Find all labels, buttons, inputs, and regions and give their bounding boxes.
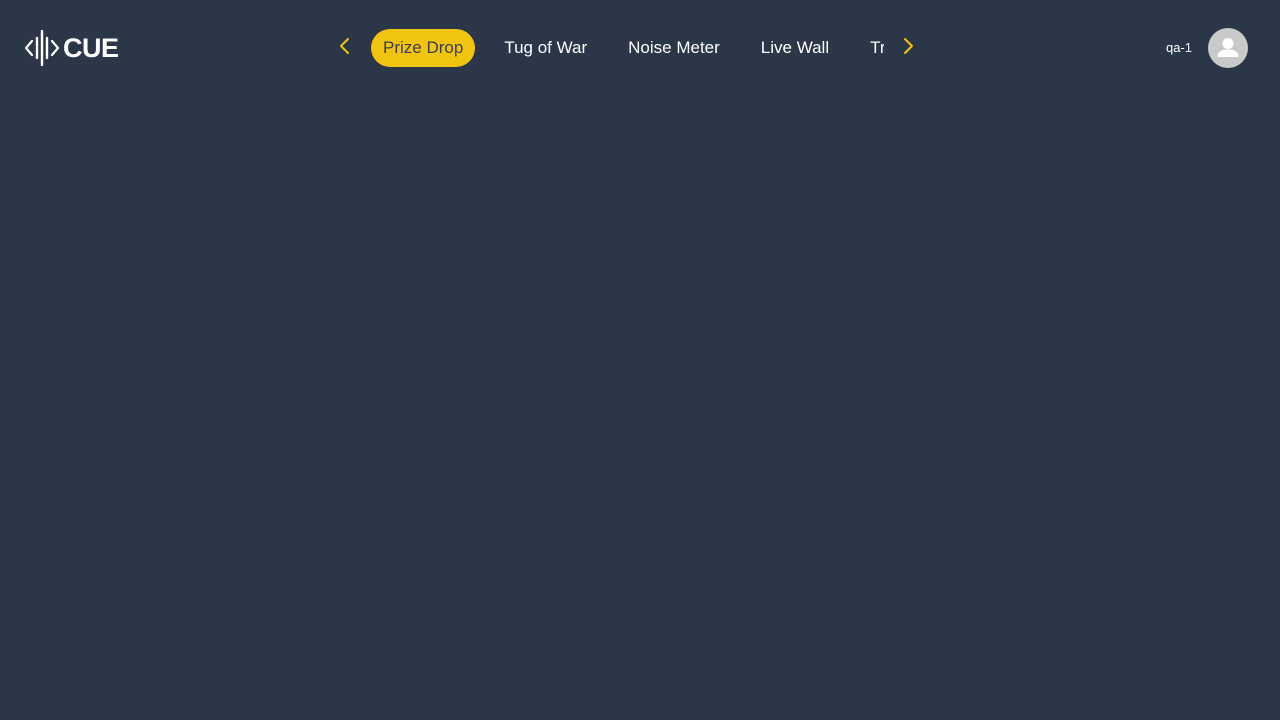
tabs-next-button[interactable] (896, 36, 920, 60)
tab-live-wall[interactable]: Live Wall (749, 29, 841, 67)
top-bar: CUE Prize Drop Tug of War Noise Meter Live … (0, 0, 1280, 96)
tab-prize-drop[interactable]: Prize Drop (371, 29, 476, 67)
chevron-left-icon (338, 37, 352, 60)
tab-tug-of-war[interactable]: Tug of War (492, 29, 599, 67)
brand-name: CUE (63, 33, 119, 63)
chevron-right-icon (901, 37, 915, 60)
tab-tri[interactable]: Tri (858, 29, 884, 67)
main-content-area (0, 96, 1280, 720)
tabs-prev-button[interactable] (333, 36, 357, 60)
tab-noise-meter[interactable]: Noise Meter (616, 29, 732, 67)
brand-logo[interactable]: CUE (24, 30, 119, 66)
tabs-scroller: Prize Drop Tug of War Noise Meter Live Wall… (371, 29, 884, 67)
user-avatar-icon (1208, 28, 1248, 68)
user-avatar-button[interactable] (1208, 28, 1248, 68)
tab-list: Prize Drop Tug of War Noise Meter Live Wall… (371, 29, 884, 67)
username-label: qa-1 (1165, 40, 1192, 55)
cue-waveform-icon (24, 30, 60, 66)
